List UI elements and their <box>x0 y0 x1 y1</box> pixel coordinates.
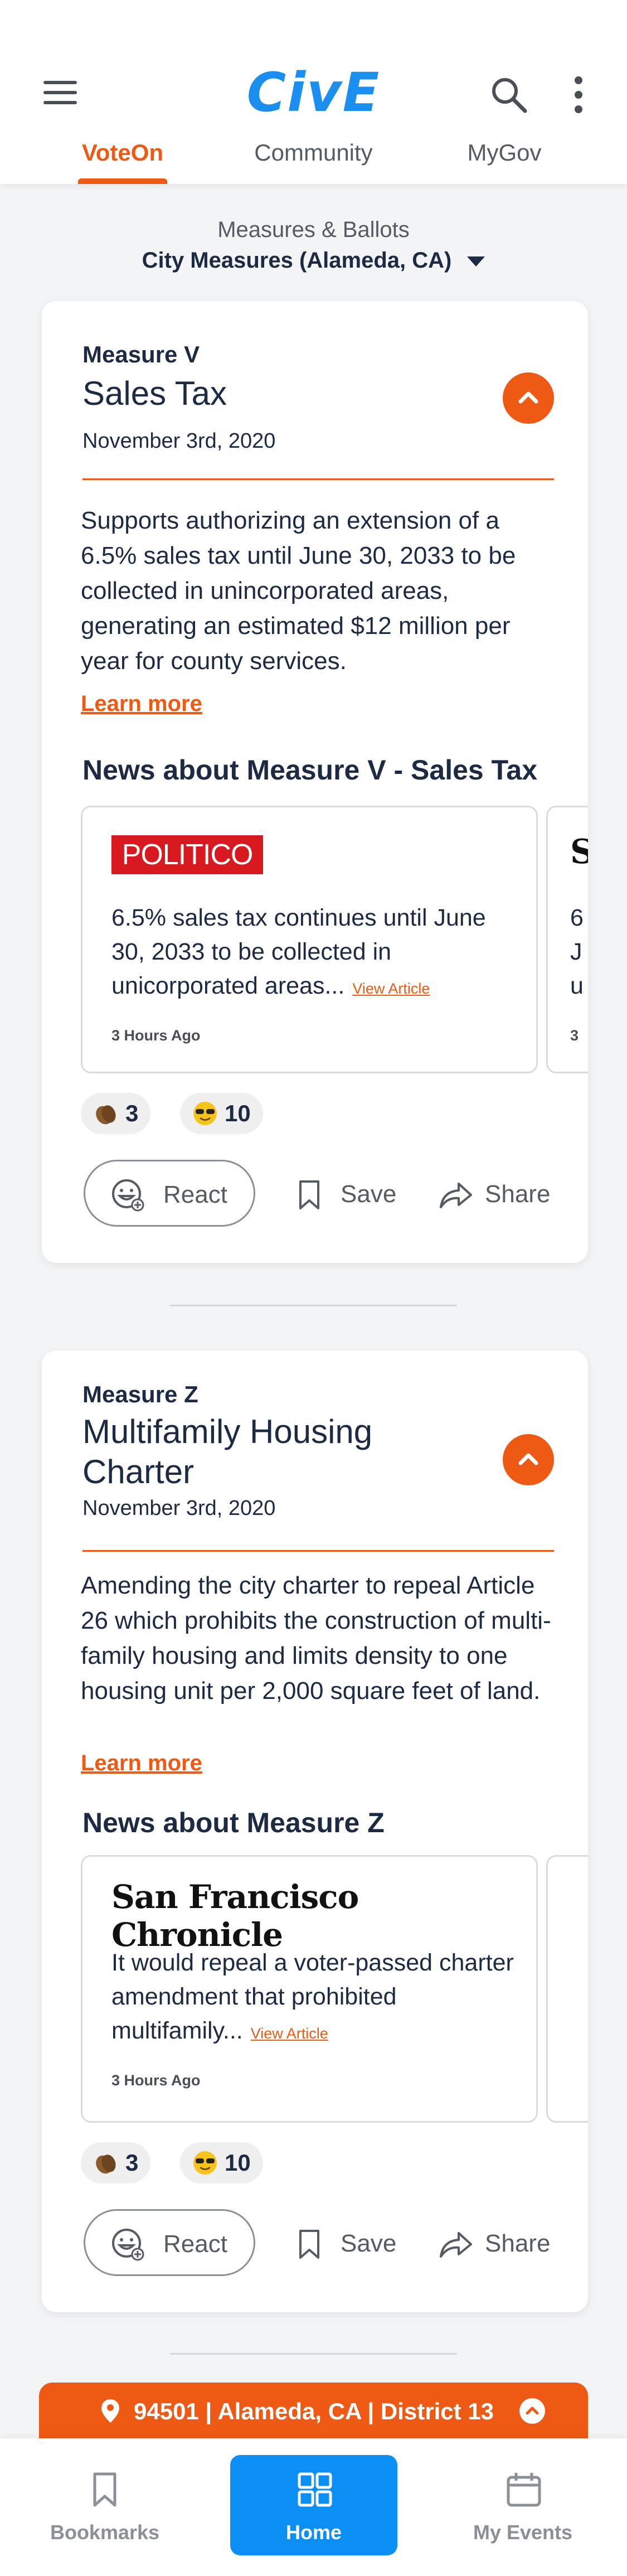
share-icon <box>440 1183 472 1208</box>
save-button[interactable]: Save <box>297 1179 409 1213</box>
react-button[interactable]: React <box>84 2209 255 2276</box>
measure-label: Measure V <box>82 341 200 367</box>
tab-voteon[interactable]: VoteOn <box>78 139 167 184</box>
ballot-dropdown-value: City Measures (Alameda, CA) <box>142 248 452 273</box>
learn-more-link[interactable]: Learn more <box>81 691 202 716</box>
bookmark-icon <box>299 2230 319 2259</box>
news-card-text: 6.5% sales tax continues until June 30, … <box>111 904 486 999</box>
measure-card: Measure V Sales Tax November 3rd, 2020 S… <box>42 301 588 1263</box>
measure-label: Measure Z <box>82 1381 198 1407</box>
chevron-down-icon <box>467 256 485 267</box>
sunglasses-face-icon <box>193 2151 217 2175</box>
news-section-title: News about Measure V - Sales Tax <box>82 754 538 786</box>
measure-description: Supports authorizing an extension of a 6… <box>81 507 516 675</box>
share-button[interactable]: Share <box>438 2229 566 2262</box>
search-icon[interactable] <box>489 75 528 114</box>
view-article-link[interactable]: View Article <box>352 980 430 997</box>
share-button-label: Share <box>485 2230 551 2257</box>
react-button-label: React <box>163 2230 227 2258</box>
reaction-clap[interactable]: 3 <box>81 1093 151 1134</box>
sunglasses-face-icon <box>193 1101 217 1125</box>
reaction-count: 10 <box>225 1100 251 1126</box>
more-options-icon[interactable] <box>568 76 589 115</box>
news-carousel[interactable]: POLITICO 6.5% sales tax continues until … <box>81 806 588 1079</box>
reaction-cool[interactable]: 10 <box>180 1093 263 1134</box>
add-reaction-icon <box>112 1179 144 1212</box>
nav-my-events[interactable]: My Events <box>439 2455 606 2555</box>
add-reaction-icon <box>112 2229 144 2261</box>
nav-home[interactable]: Home <box>230 2455 397 2555</box>
nav-label: My Events <box>473 2521 573 2544</box>
news-timestamp: 3 Hours Ago <box>111 2072 201 2089</box>
top-tabs: VoteOn Community MyGov <box>0 139 627 184</box>
ballot-section-label: Measures & Ballots <box>217 217 410 242</box>
nav-label: Home <box>285 2521 342 2544</box>
clapping-hands-icon <box>96 1105 116 1125</box>
location-banner[interactable]: 94501 | Alameda, CA | District 13 <box>39 2383 588 2438</box>
nav-bookmarks[interactable]: Bookmarks <box>21 2455 188 2555</box>
news-card[interactable]: San Francisco Chronicle It would repeal … <box>81 1855 538 2123</box>
politico-logo: POLITICO <box>111 835 263 874</box>
news-timestamp: 3 Hours Ago <box>111 1027 201 1044</box>
learn-more-link[interactable]: Learn more <box>81 1751 202 1776</box>
calendar-icon <box>507 2473 541 2507</box>
reaction-count: 3 <box>125 1100 139 1126</box>
clapping-hands-icon <box>96 2154 116 2174</box>
react-button[interactable]: React <box>84 1160 255 1227</box>
ballot-dropdown[interactable]: City Measures (Alameda, CA) <box>0 248 627 273</box>
news-source-logo: S <box>570 832 588 871</box>
measure-title: Multifamily Housing Charter <box>82 1413 373 1490</box>
tab-mygov[interactable]: MyGov <box>457 139 552 184</box>
news-card-text: It would repeal a voter-passed charter a… <box>111 1949 514 2044</box>
bookmark-icon <box>93 2472 116 2507</box>
news-timestamp: 3 <box>570 1027 579 1044</box>
news-card-text: J <box>570 938 582 965</box>
divider <box>82 478 554 480</box>
location-pin-icon <box>101 2399 119 2423</box>
measure-date: November 3rd, 2020 <box>82 429 276 453</box>
news-section-title: News about Measure Z <box>82 1807 385 1838</box>
chevron-up-icon <box>518 1453 538 1465</box>
news-card-next[interactable] <box>546 1855 588 2123</box>
save-button-label: Save <box>341 2230 397 2257</box>
app-header: CivE VoteOn Community MyGov <box>0 0 627 184</box>
section-separator <box>170 2353 457 2355</box>
react-button-label: React <box>163 1181 227 1208</box>
share-icon <box>440 2232 472 2258</box>
reaction-clap[interactable]: 3 <box>81 2142 151 2183</box>
news-carousel[interactable]: San Francisco Chronicle It would repeal … <box>81 1855 588 2128</box>
news-card-text: 6 <box>570 904 584 931</box>
measure-card: Measure Z Multifamily Housing Charter No… <box>42 1350 588 2312</box>
sf-chronicle-logo: San Francisco Chronicle <box>111 1878 359 1954</box>
reaction-count: 3 <box>125 2149 139 2176</box>
share-button[interactable]: Share <box>438 1179 566 1213</box>
measure-title: Sales Tax <box>82 375 227 412</box>
measure-description: Amending the city charter to repeal Arti… <box>81 1572 551 1705</box>
collapse-button[interactable] <box>503 372 554 424</box>
save-button-label: Save <box>341 1180 397 1208</box>
chevron-up-icon <box>518 391 538 404</box>
share-button-label: Share <box>485 1180 551 1208</box>
location-text: 94501 | Alameda, CA | District 13 <box>134 2398 494 2424</box>
app-logo: CivE <box>246 61 381 124</box>
bookmark-icon <box>299 1180 319 1209</box>
measure-date: November 3rd, 2020 <box>82 1497 276 1520</box>
section-separator <box>170 1305 457 1306</box>
tab-community[interactable]: Community <box>242 139 385 184</box>
divider <box>82 1550 554 1552</box>
news-card[interactable]: POLITICO 6.5% sales tax continues until … <box>81 806 538 1073</box>
chevron-up-icon[interactable] <box>519 2398 545 2424</box>
grid-icon <box>298 2472 332 2507</box>
nav-label: Bookmarks <box>50 2521 160 2544</box>
reaction-count: 10 <box>225 2149 251 2176</box>
save-button[interactable]: Save <box>297 2229 409 2262</box>
bottom-navigation: Bookmarks Home My Events <box>0 2438 627 2576</box>
news-card-next[interactable]: S 6 J u 3 <box>546 806 588 1073</box>
news-card-text: u <box>570 972 584 999</box>
reaction-cool[interactable]: 10 <box>180 2142 263 2183</box>
view-article-link[interactable]: View Article <box>251 2025 328 2042</box>
collapse-button[interactable] <box>503 1434 554 1485</box>
